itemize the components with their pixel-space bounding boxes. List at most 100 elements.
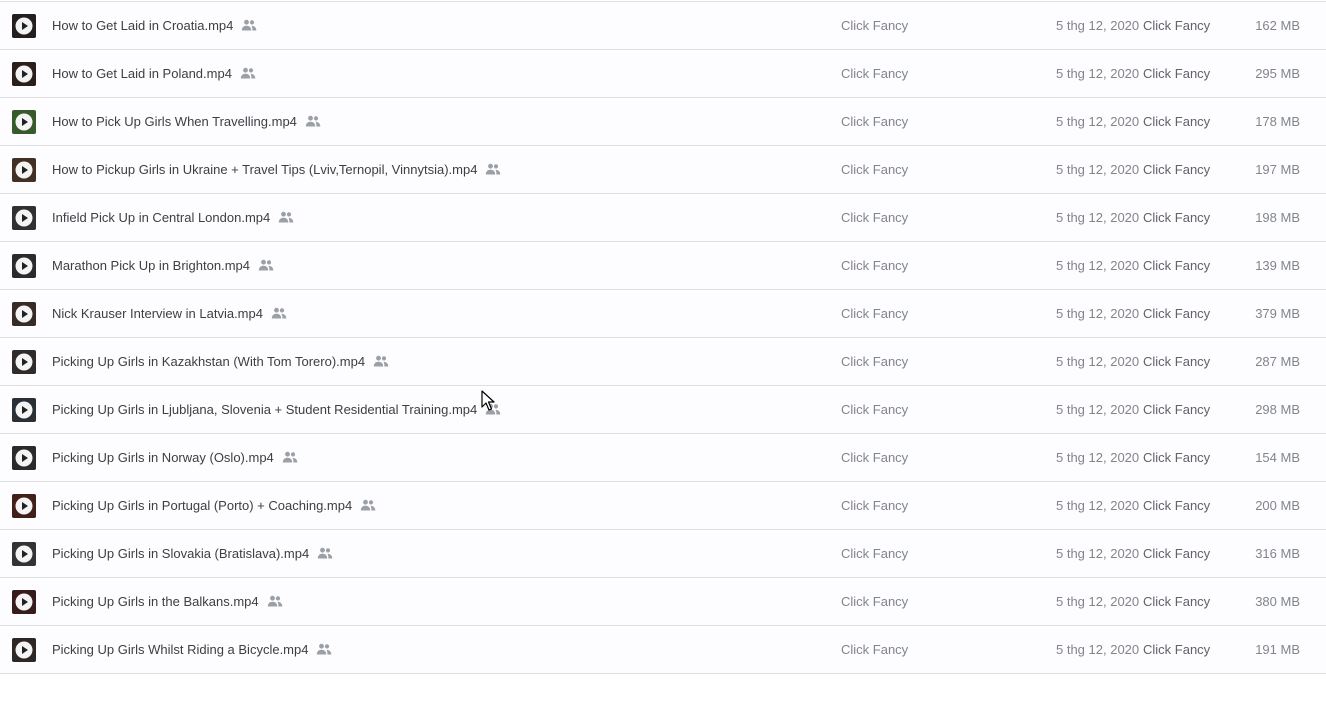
video-thumbnail[interactable] (12, 110, 36, 134)
file-name[interactable]: How to Get Laid in Poland.mp4 (52, 66, 232, 81)
file-name[interactable]: Picking Up Girls in the Balkans.mp4 (52, 594, 259, 609)
file-size: 380 MB (1255, 594, 1300, 609)
file-row[interactable]: Picking Up Girls in Norway (Oslo).mp4 Cl… (0, 434, 1326, 482)
file-modified-by: Click Fancy (1143, 450, 1211, 465)
file-owner: Click Fancy (841, 402, 909, 417)
file-row[interactable]: Picking Up Girls in Slovakia (Bratislava… (0, 530, 1326, 578)
shared-people-icon (242, 19, 257, 31)
file-modified-by: Click Fancy (1143, 642, 1211, 657)
file-name[interactable]: Marathon Pick Up in Brighton.mp4 (52, 258, 250, 273)
video-play-icon (12, 446, 36, 470)
video-play-icon (12, 590, 36, 614)
file-name[interactable]: Picking Up Girls in Norway (Oslo).mp4 (52, 450, 274, 465)
file-size: 287 MB (1255, 354, 1300, 369)
shared-people-icon (486, 403, 501, 415)
shared-people-icon (271, 307, 287, 319)
file-modified-by: Click Fancy (1143, 258, 1211, 273)
file-modified-by: Click Fancy (1143, 66, 1211, 81)
shared-people-icon (282, 451, 298, 463)
video-play-icon (12, 350, 36, 374)
file-size: 197 MB (1255, 162, 1300, 177)
video-play-icon (12, 638, 36, 662)
file-size: 200 MB (1255, 498, 1300, 513)
file-owner: Click Fancy (841, 354, 909, 369)
video-thumbnail[interactable] (12, 398, 36, 422)
file-modified-date: 5 thg 12, 2020 (1056, 306, 1140, 321)
file-row[interactable]: How to Get Laid in Croatia.mp4 Click Fan… (0, 1, 1326, 50)
file-modified-date: 5 thg 12, 2020 (1056, 258, 1140, 273)
file-size: 139 MB (1255, 258, 1300, 273)
shared-people-icon (258, 259, 274, 271)
video-play-icon (12, 110, 36, 134)
shared-people-icon (305, 115, 321, 127)
file-size: 295 MB (1255, 66, 1300, 81)
shared-people-icon (267, 595, 282, 607)
video-thumbnail[interactable] (12, 206, 36, 230)
file-modified-by: Click Fancy (1143, 498, 1211, 513)
file-name[interactable]: Picking Up Girls Whilst Riding a Bicycle… (52, 642, 308, 657)
shared-people-icon (317, 643, 332, 655)
shared-people-icon (486, 163, 501, 175)
file-row[interactable]: How to Get Laid in Poland.mp4 Click Fanc… (0, 50, 1326, 98)
video-play-icon (12, 206, 36, 230)
file-row[interactable]: Picking Up Girls in Portugal (Porto) + C… (0, 482, 1326, 530)
file-name[interactable]: Picking Up Girls in Ljubljana, Slovenia … (52, 402, 477, 417)
video-play-icon (12, 542, 36, 566)
file-name[interactable]: How to Get Laid in Croatia.mp4 (52, 18, 233, 33)
video-thumbnail[interactable] (12, 158, 36, 182)
file-row[interactable]: How to Pick Up Girls When Travelling.mp4… (0, 98, 1326, 146)
file-owner: Click Fancy (841, 66, 909, 81)
file-modified-by: Click Fancy (1143, 402, 1211, 417)
file-name[interactable]: How to Pick Up Girls When Travelling.mp4 (52, 114, 297, 129)
file-row[interactable]: Picking Up Girls Whilst Riding a Bicycle… (0, 626, 1326, 674)
file-modified-date: 5 thg 12, 2020 (1056, 18, 1140, 33)
file-modified-date: 5 thg 12, 2020 (1056, 642, 1140, 657)
file-owner: Click Fancy (841, 594, 909, 609)
video-play-icon (12, 254, 36, 278)
file-row[interactable]: Picking Up Girls in Ljubljana, Slovenia … (0, 386, 1326, 434)
file-size: 298 MB (1255, 402, 1300, 417)
video-play-icon (12, 398, 36, 422)
file-row[interactable]: Picking Up Girls in the Balkans.mp4 Clic… (0, 578, 1326, 626)
file-size: 316 MB (1255, 546, 1300, 561)
video-thumbnail[interactable] (12, 446, 36, 470)
file-modified-by: Click Fancy (1143, 114, 1211, 129)
file-row[interactable]: Infield Pick Up in Central London.mp4 Cl… (0, 194, 1326, 242)
file-modified-by: Click Fancy (1143, 354, 1211, 369)
file-modified-date: 5 thg 12, 2020 (1056, 450, 1140, 465)
file-size: 162 MB (1255, 18, 1300, 33)
file-size: 154 MB (1255, 450, 1300, 465)
video-thumbnail[interactable] (12, 638, 36, 662)
file-name[interactable]: Infield Pick Up in Central London.mp4 (52, 210, 270, 225)
file-modified-date: 5 thg 12, 2020 (1056, 594, 1140, 609)
file-name[interactable]: Picking Up Girls in Portugal (Porto) + C… (52, 498, 352, 513)
video-thumbnail[interactable] (12, 494, 36, 518)
file-owner: Click Fancy (841, 450, 909, 465)
file-modified-date: 5 thg 12, 2020 (1056, 210, 1140, 225)
video-thumbnail[interactable] (12, 254, 36, 278)
video-thumbnail[interactable] (12, 302, 36, 326)
shared-people-icon (361, 499, 376, 511)
file-row[interactable]: Picking Up Girls in Kazakhstan (With Tom… (0, 338, 1326, 386)
video-thumbnail[interactable] (12, 62, 36, 86)
file-name[interactable]: Nick Krauser Interview in Latvia.mp4 (52, 306, 263, 321)
file-size: 379 MB (1255, 306, 1300, 321)
video-thumbnail[interactable] (12, 14, 36, 38)
file-row[interactable]: Nick Krauser Interview in Latvia.mp4 Cli… (0, 290, 1326, 338)
video-thumbnail[interactable] (12, 542, 36, 566)
file-modified-by: Click Fancy (1143, 162, 1211, 177)
file-name[interactable]: Picking Up Girls in Slovakia (Bratislava… (52, 546, 309, 561)
file-modified-by: Click Fancy (1143, 306, 1211, 321)
file-row[interactable]: How to Pickup Girls in Ukraine + Travel … (0, 146, 1326, 194)
file-modified-date: 5 thg 12, 2020 (1056, 498, 1140, 513)
file-modified-date: 5 thg 12, 2020 (1056, 162, 1140, 177)
file-size: 178 MB (1255, 114, 1300, 129)
video-thumbnail[interactable] (12, 350, 36, 374)
file-name[interactable]: How to Pickup Girls in Ukraine + Travel … (52, 162, 477, 177)
file-owner: Click Fancy (841, 642, 909, 657)
file-modified-by: Click Fancy (1143, 594, 1211, 609)
file-row[interactable]: Marathon Pick Up in Brighton.mp4 Click F… (0, 242, 1326, 290)
video-play-icon (12, 62, 36, 86)
video-thumbnail[interactable] (12, 590, 36, 614)
file-name[interactable]: Picking Up Girls in Kazakhstan (With Tom… (52, 354, 365, 369)
